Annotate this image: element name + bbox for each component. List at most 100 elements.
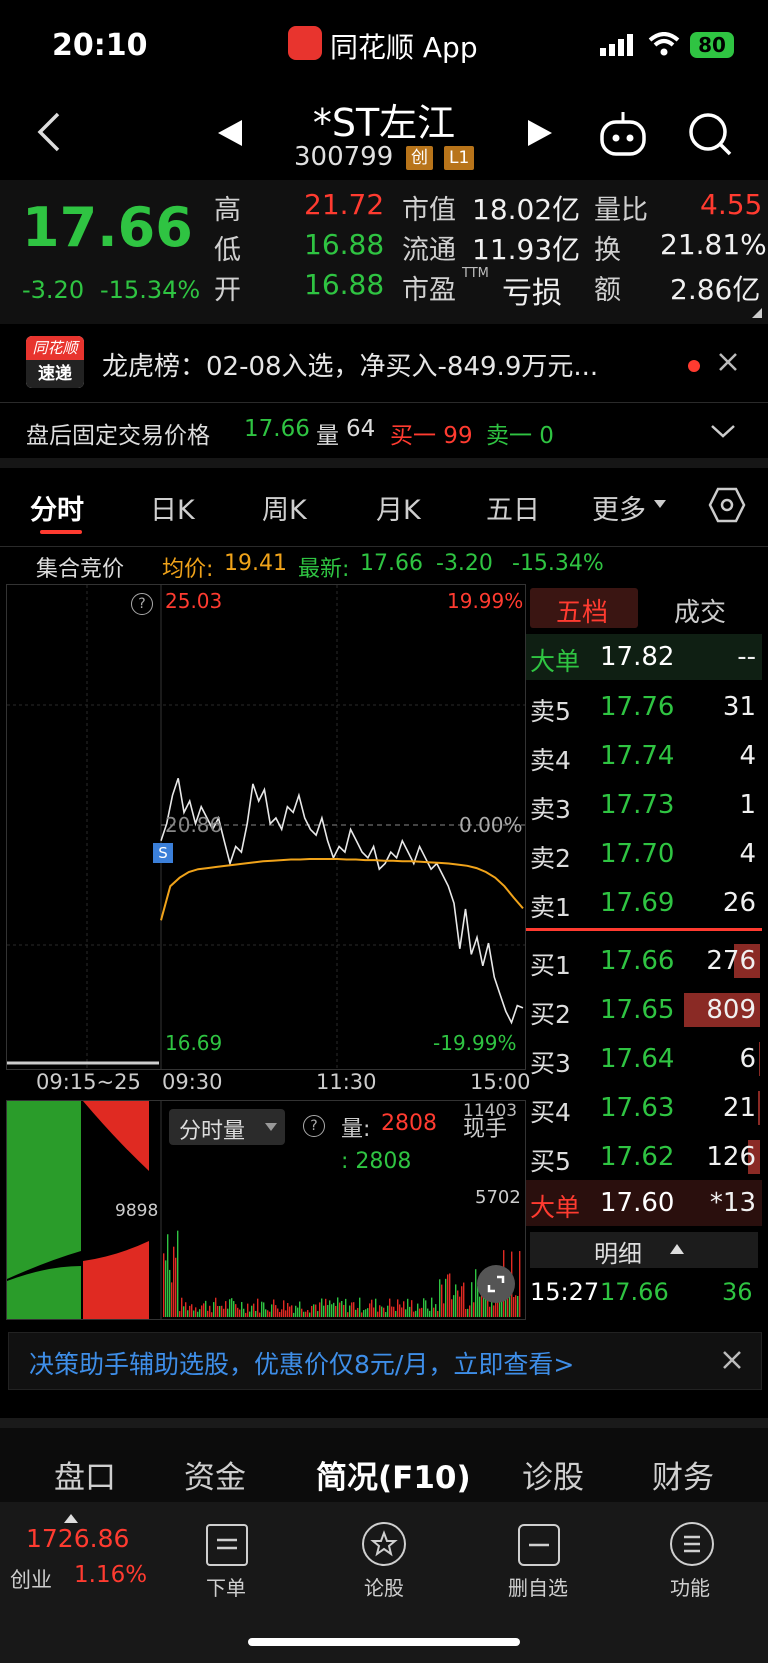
tab-weekly-k[interactable]: 周K [262, 488, 307, 527]
buy-level-bar [759, 1042, 760, 1076]
big-order-top-row: 大单 17.82 -- [526, 634, 762, 680]
close-news-icon[interactable] [716, 350, 740, 374]
fullscreen-icon[interactable] [477, 1265, 515, 1303]
tab-finance[interactable]: 财务 [652, 1452, 714, 1497]
buy-level-row[interactable]: 买2 17.65 809 [526, 987, 762, 1033]
battery-indicator: 80 [690, 32, 734, 58]
volume-bar [419, 1308, 421, 1317]
chevron-down-icon[interactable] [710, 422, 736, 440]
intraday-chart[interactable]: 25.03 19.99% 20.86 0.00% 16.69 -19.99% ?… [6, 584, 526, 1070]
volume-bar [201, 1305, 203, 1317]
orderbook-tab-trades[interactable]: 成交 [674, 592, 726, 629]
volume-selector[interactable]: 分时量 [169, 1109, 285, 1145]
after-hours-row[interactable]: 盘后固定交易价格 17.66 量 64 买一 99 卖一 0 [0, 404, 768, 458]
tab-diagnosis[interactable]: 诊股 [522, 1452, 584, 1497]
volume-bar [363, 1310, 365, 1317]
sell-level-price: 17.70 [600, 839, 675, 869]
volume-qty: 2808 [381, 1111, 437, 1136]
expand-corner-icon[interactable] [752, 308, 762, 318]
nav-remove-watchlist[interactable]: 删自选 [488, 1572, 588, 1601]
buy-level-row[interactable]: 买4 17.63 21 [526, 1085, 762, 1131]
tab-daily-k[interactable]: 日K [150, 488, 195, 527]
volume-bar [365, 1309, 367, 1317]
index-value[interactable]: 1726.86 [26, 1524, 129, 1553]
volume-bar [295, 1305, 297, 1317]
volume-bar [227, 1308, 229, 1317]
nav-functions[interactable]: 功能 [640, 1572, 740, 1601]
buy-level-price: 17.62 [600, 1142, 675, 1172]
remove-watchlist-icon[interactable] [518, 1524, 560, 1566]
buy-level-row[interactable]: 买3 17.64 6 [526, 1036, 762, 1082]
nav-place-order[interactable]: 下单 [176, 1572, 276, 1601]
tab-funds[interactable]: 资金 [184, 1452, 246, 1497]
tab-intraday-underline [40, 530, 82, 534]
volume-bar [359, 1297, 361, 1317]
sell-level-row[interactable]: 卖1 17.69 26 [526, 880, 762, 926]
volume-bar [209, 1305, 211, 1317]
volume-ratio-label: 量比 [594, 195, 648, 226]
volume-bar [199, 1309, 201, 1317]
volume-bar [255, 1310, 257, 1317]
volume-bar [331, 1304, 333, 1317]
volume-bar [415, 1310, 417, 1317]
sell-level-price: 17.76 [600, 692, 675, 722]
sell-level-row[interactable]: 卖5 17.76 31 [526, 684, 762, 730]
search-icon[interactable] [688, 110, 734, 158]
volume-bar [175, 1257, 177, 1317]
volume-bar [265, 1309, 267, 1317]
tab-monthly-k[interactable]: 月K [376, 488, 421, 527]
tab-profile-f10[interactable]: 简况(F10) [316, 1452, 471, 1497]
sell-level-row[interactable]: 卖4 17.74 4 [526, 733, 762, 779]
volume-bar [385, 1312, 387, 1317]
volume-bar [185, 1302, 187, 1317]
volume-help-icon[interactable]: ? [303, 1115, 325, 1137]
intraday-chart-svg [7, 585, 525, 1069]
sell-level-price: 17.73 [600, 790, 675, 820]
sell-level-row[interactable]: 卖2 17.70 4 [526, 831, 762, 877]
promo-banner[interactable]: 决策助手辅助选股，优惠价仅8元/月，立即查看> [8, 1332, 762, 1390]
pct-max-label: 19.99% [447, 589, 524, 613]
volume-bar [401, 1307, 403, 1317]
functions-icon[interactable] [670, 1522, 714, 1566]
sell-level-row[interactable]: 卖3 17.73 1 [526, 782, 762, 828]
home-indicator [248, 1638, 520, 1646]
sell-marker-icon: S [153, 843, 173, 863]
volume-bar [179, 1311, 181, 1317]
robot-assistant-icon[interactable] [598, 110, 648, 158]
buy-level-row[interactable]: 买5 17.62 126 [526, 1134, 762, 1180]
big-order-top-qty: -- [737, 642, 756, 672]
volume-bar [335, 1305, 337, 1317]
buy-level-label: 买5 [530, 1147, 571, 1176]
help-icon[interactable]: ? [131, 593, 153, 615]
orderbook-tab-five[interactable]: 五档 [530, 588, 638, 628]
volume-bar [197, 1311, 199, 1317]
tab-intraday[interactable]: 分时 [30, 488, 84, 527]
buy-level-row[interactable]: 买1 17.66 276 [526, 938, 762, 984]
discuss-icon[interactable] [362, 1522, 406, 1566]
place-order-icon[interactable] [206, 1524, 248, 1566]
chart-settings-icon[interactable] [708, 486, 746, 524]
tab-more[interactable]: 更多 [592, 488, 646, 527]
zero-pct-label: 0.00% [459, 813, 523, 837]
next-stock-icon[interactable] [526, 118, 554, 148]
news-banner[interactable]: 同花顺 速递 龙虎榜：02-08入选，净买入-849.9万元... [0, 326, 768, 402]
volume-bar [351, 1302, 353, 1317]
news-text: 龙虎榜：02-08入选，净买入-849.9万元... [102, 352, 599, 382]
volume-bar [163, 1253, 165, 1317]
float-value: 11.93亿 [472, 233, 581, 266]
volume-chart[interactable]: 分时量 ? 量: 2808 现手 11403 : 2808 5702 9898 [6, 1100, 526, 1320]
high-label: 高 [214, 195, 241, 226]
tab-five-day[interactable]: 五日 [486, 488, 540, 527]
close-promo-icon[interactable] [721, 1349, 743, 1371]
volume-bar [191, 1304, 193, 1317]
nav-discuss[interactable]: 论股 [334, 1572, 434, 1601]
volume-bar [183, 1306, 185, 1317]
mcap-label: 市值 [402, 195, 456, 226]
big-order-bottom-qty: *13 [709, 1188, 756, 1218]
tab-order-book[interactable]: 盘口 [54, 1452, 116, 1497]
app-name: 同花顺 App [330, 31, 478, 64]
volume-bar [471, 1282, 473, 1317]
volume-bar [239, 1309, 241, 1317]
detail-header[interactable]: 明细 [530, 1232, 758, 1268]
volume-bar [339, 1302, 341, 1317]
